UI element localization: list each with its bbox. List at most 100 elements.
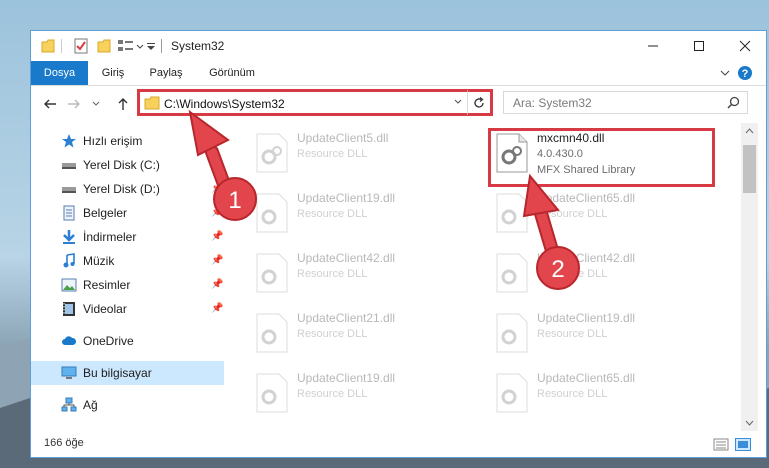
folder-icon <box>144 96 160 110</box>
details-view-icon[interactable] <box>713 438 729 451</box>
sidebar-item-this-pc[interactable]: Bu bilgisayar <box>31 361 224 385</box>
help-icon: ? <box>738 66 752 80</box>
file-tile[interactable]: UpdateClient19.dll Resource DLL <box>489 305 717 361</box>
address-path[interactable]: C:\Windows\System32 <box>164 97 285 111</box>
properties-icon[interactable] <box>73 38 89 54</box>
customize-toolbar-icon[interactable] <box>146 38 156 54</box>
scroll-down-icon[interactable] <box>745 420 754 426</box>
back-button[interactable] <box>41 95 59 113</box>
search-placeholder[interactable]: Ara: System32 <box>513 96 592 110</box>
arrow-up-icon <box>118 98 128 110</box>
file-tile[interactable]: UpdateClient42.dll Resource DLL <box>489 245 717 301</box>
navigation-bar: C:\Windows\System32 Ara: System32 <box>31 86 766 122</box>
arrow-right-icon <box>68 99 80 109</box>
up-button[interactable] <box>114 95 132 113</box>
view-options-icon[interactable] <box>117 38 135 54</box>
sidebar-item-label: Bu bilgisayar <box>83 366 152 380</box>
file-tile[interactable]: UpdateClient5.dll Resource DLL <box>249 125 477 181</box>
pin-icon[interactable]: 📌 <box>211 279 223 290</box>
file-name: UpdateClient21.dll <box>297 311 396 325</box>
pictures-icon <box>61 278 77 292</box>
close-button[interactable] <box>722 31 766 61</box>
close-icon <box>739 40 751 52</box>
pin-icon[interactable]: 📌 <box>211 183 223 194</box>
address-bar[interactable]: C:\Windows\System32 <box>137 89 493 116</box>
status-bar: 166 öğe <box>31 431 766 457</box>
sidebar-item-downloads[interactable]: İndirmeler 📌 <box>31 225 224 249</box>
star-icon <box>62 134 76 148</box>
scroll-up-icon[interactable] <box>745 128 754 134</box>
recent-locations-button[interactable] <box>87 95 105 113</box>
minimize-button[interactable] <box>630 31 676 61</box>
search-box[interactable]: Ara: System32 <box>503 91 748 114</box>
sidebar-item-label: Müzik <box>83 254 115 268</box>
vertical-scrollbar[interactable] <box>741 123 758 431</box>
forward-button[interactable] <box>65 95 83 113</box>
file-name: UpdateClient19.dll <box>297 371 396 385</box>
sidebar-item-label: Yerel Disk (C:) <box>83 158 160 172</box>
dll-file-icon <box>256 313 288 353</box>
pin-icon[interactable]: 📌 <box>211 159 223 170</box>
file-description: Resource DLL <box>297 208 368 220</box>
sidebar-item-disk-d[interactable]: Yerel Disk (D:) 📌 <box>31 177 224 201</box>
dll-file-icon <box>256 193 288 233</box>
drive-icon <box>62 187 76 193</box>
highlight-box-target-file <box>488 128 715 187</box>
chevron-down-icon[interactable] <box>136 38 144 54</box>
navigation-pane: Hızlı erişim Yerel Disk (C:) 📌 Yerel Dis… <box>31 123 226 431</box>
tab-dosya[interactable]: Dosya <box>31 61 88 85</box>
music-icon <box>63 253 75 268</box>
chevron-down-icon <box>720 70 730 76</box>
pin-icon[interactable]: 📌 <box>211 231 223 242</box>
sidebar-item-quick-access[interactable]: Hızlı erişim <box>31 129 224 153</box>
maximize-icon <box>694 41 704 51</box>
tab-paylas[interactable]: Paylaş <box>144 61 188 85</box>
large-icons-view-icon[interactable] <box>735 438 751 451</box>
sidebar-item-label: Resimler <box>83 278 131 292</box>
drive-icon <box>62 163 76 169</box>
file-explorer-window: System32 Dosya Giriş Paylaş Görünüm ? C:… <box>30 30 767 458</box>
sidebar-item-onedrive[interactable]: OneDrive <box>31 329 224 353</box>
minimize-icon <box>648 45 658 47</box>
sidebar-item-label: Yerel Disk (D:) <box>83 182 160 196</box>
sidebar-item-music[interactable]: Müzik 📌 <box>31 249 224 273</box>
expand-ribbon-button[interactable] <box>718 65 732 81</box>
file-description: Resource DLL <box>297 268 368 280</box>
file-tile[interactable]: UpdateClient65.dll Resource DLL <box>489 365 717 421</box>
file-description: Resource DLL <box>537 268 608 280</box>
file-tile[interactable]: UpdateClient21.dll Resource DLL <box>249 305 477 361</box>
scrollbar-thumb[interactable] <box>743 145 756 193</box>
chevron-down-icon[interactable] <box>453 97 463 107</box>
video-icon <box>63 302 75 316</box>
file-name: UpdateClient19.dll <box>537 311 636 325</box>
file-tile[interactable]: UpdateClient19.dll Resource DLL <box>249 365 477 421</box>
file-description: Resource DLL <box>297 388 368 400</box>
new-folder-icon[interactable] <box>97 38 111 54</box>
sidebar-item-disk-c[interactable]: Yerel Disk (C:) 📌 <box>31 153 224 177</box>
tab-gorunum[interactable]: Görünüm <box>203 61 261 85</box>
sidebar-item-videos[interactable]: Videolar 📌 <box>31 297 224 321</box>
file-name: UpdateClient65.dll <box>537 191 636 205</box>
dll-file-icon <box>496 373 528 413</box>
refresh-button[interactable] <box>467 89 493 116</box>
sidebar-item-documents[interactable]: Belgeler 📌 <box>31 201 224 225</box>
file-tile[interactable]: UpdateClient19.dll Resource DLL <box>249 185 477 241</box>
pin-icon[interactable]: 📌 <box>211 207 223 218</box>
file-tile[interactable]: UpdateClient65.dll Resource DLL <box>489 185 717 241</box>
pin-icon[interactable]: 📌 <box>211 303 223 314</box>
file-name: UpdateClient19.dll <box>297 191 396 205</box>
item-count: 166 öğe <box>44 437 84 449</box>
documents-icon <box>63 205 75 221</box>
sidebar-item-network[interactable]: Ağ <box>31 393 224 417</box>
tab-giris[interactable]: Giriş <box>94 61 132 85</box>
help-button[interactable]: ? <box>737 65 753 81</box>
pin-icon[interactable]: 📌 <box>211 255 223 266</box>
dll-file-icon <box>256 253 288 293</box>
ribbon-tabs: Dosya Giriş Paylaş Görünüm ? <box>31 61 766 86</box>
search-icon[interactable] <box>727 96 740 109</box>
maximize-button[interactable] <box>676 31 722 61</box>
download-icon <box>63 230 75 244</box>
file-tile[interactable]: UpdateClient42.dll Resource DLL <box>249 245 477 301</box>
network-icon <box>61 397 77 412</box>
sidebar-item-pictures[interactable]: Resimler 📌 <box>31 273 224 297</box>
